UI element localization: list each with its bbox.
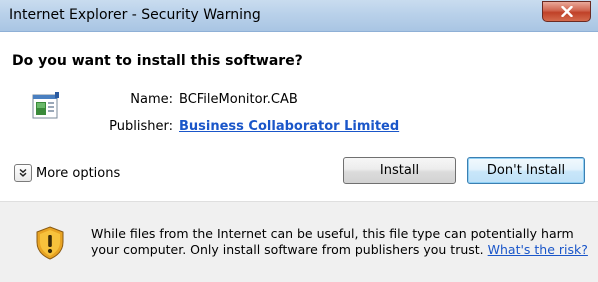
shield-warning-icon [35, 226, 65, 260]
close-icon [560, 6, 573, 17]
dont-install-button[interactable]: Don't Install [467, 157, 585, 184]
warning-line-2-text: your computer. Only install software fro… [91, 242, 484, 257]
more-options-toggle[interactable]: More options [14, 164, 120, 182]
chevron-down-icon[interactable] [14, 164, 32, 182]
name-value: BCFileMonitor.CAB [179, 92, 298, 107]
dialog-heading: Do you want to install this software? [12, 53, 303, 69]
warning-message: While files from the Internet can be use… [91, 226, 591, 258]
close-button[interactable] [542, 1, 591, 22]
warning-line-1: While files from the Internet can be use… [91, 226, 574, 241]
window-title: Internet Explorer - Security Warning [9, 7, 261, 23]
name-label: Name: [130, 92, 173, 107]
whats-the-risk-link[interactable]: What's the risk? [488, 242, 588, 257]
security-warning-dialog: Internet Explorer - Security Warning Do … [0, 0, 598, 282]
install-button[interactable]: Install [343, 157, 456, 184]
title-bar[interactable]: Internet Explorer - Security Warning [0, 0, 598, 32]
file-icon [32, 92, 60, 120]
warning-line-2: your computer. Only install software fro… [91, 242, 591, 258]
publisher-label: Publisher: [109, 119, 173, 134]
more-options-label: More options [36, 165, 121, 181]
publisher-link[interactable]: Business Collaborator Limited [179, 119, 399, 134]
